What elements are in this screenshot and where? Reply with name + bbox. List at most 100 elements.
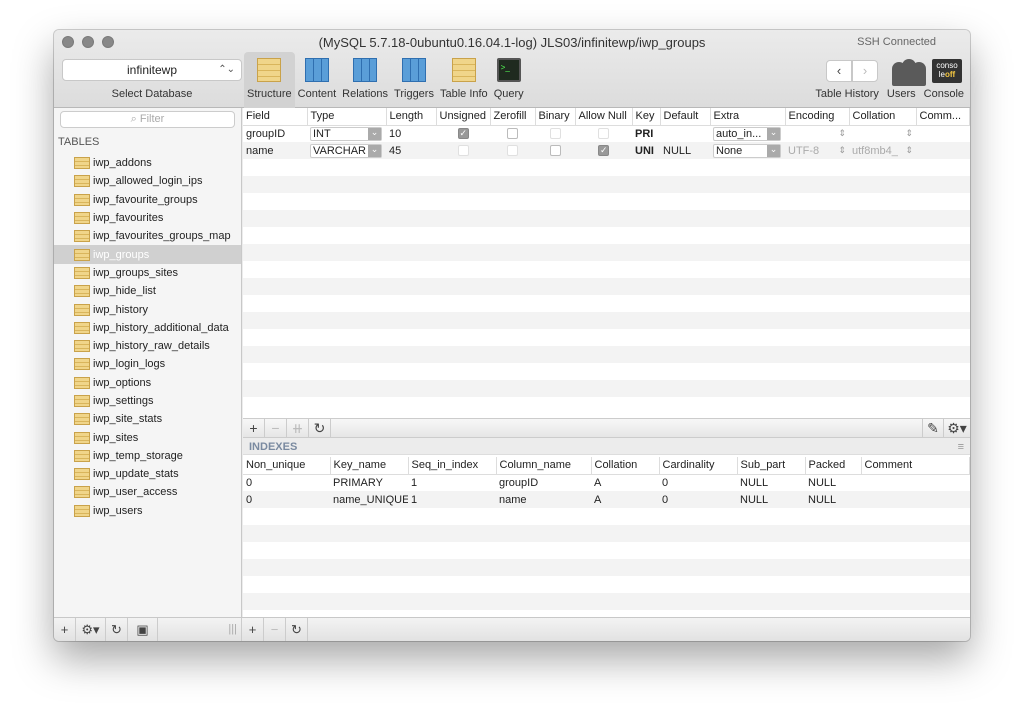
tab-triggers[interactable]: Triggers xyxy=(391,52,437,108)
splitter-handle[interactable]: ||| xyxy=(158,618,242,641)
allow-null-cell[interactable] xyxy=(575,142,632,159)
sidebar-table-item[interactable]: iwp_allowed_login_ips xyxy=(54,172,241,190)
column-header[interactable]: Encoding xyxy=(785,108,850,126)
sidebar-table-item[interactable]: iwp_login_logs xyxy=(54,355,241,373)
length-cell[interactable]: 10 xyxy=(386,125,436,142)
edit-pencil-icon[interactable]: ✎ xyxy=(922,419,944,438)
add-table-button[interactable]: + xyxy=(54,618,76,641)
tab-table-info[interactable]: Table Info xyxy=(437,52,491,108)
toggle-panel-icon[interactable]: ▣ xyxy=(128,618,158,641)
binary-checkbox[interactable] xyxy=(549,145,561,157)
sidebar-table-item[interactable]: iwp_favourites xyxy=(54,209,241,227)
database-select[interactable]: infinitewp ⌃⌄ xyxy=(62,59,242,81)
sidebar-table-item[interactable]: iwp_hide_list xyxy=(54,282,241,300)
type-select[interactable]: INT xyxy=(310,126,382,141)
index-row[interactable]: 0 name_UNIQUE 1 name A 0 NULL NULL xyxy=(243,491,970,508)
history-back-button[interactable]: ‹ xyxy=(826,60,852,82)
extra-select[interactable]: None xyxy=(713,143,781,158)
column-header[interactable]: Key xyxy=(632,108,661,126)
sidebar-table-item[interactable]: iwp_users xyxy=(54,502,241,520)
default-cell[interactable] xyxy=(660,125,710,142)
sidebar-table-item[interactable]: iwp_history_raw_details xyxy=(54,337,241,355)
sidebar-table-item[interactable]: iwp_favourites_groups_map xyxy=(54,227,241,245)
zerofill-checkbox[interactable] xyxy=(507,145,518,157)
column-header[interactable]: Binary xyxy=(535,108,576,126)
extra-cell[interactable]: auto_in... xyxy=(710,125,785,142)
field-row[interactable]: groupID INT 10 PRI auto_in... ⇕ ⇕ xyxy=(243,125,970,142)
comment-cell[interactable] xyxy=(916,142,970,159)
column-header[interactable]: Allow Null xyxy=(575,108,633,126)
refresh-tables-button[interactable]: ↻ xyxy=(106,618,128,641)
gear-menu-icon[interactable]: ⚙▾ xyxy=(76,618,106,641)
sidebar-table-item[interactable]: iwp_history_additional_data xyxy=(54,319,241,337)
length-cell[interactable]: 45 xyxy=(386,142,436,159)
binary-cell[interactable] xyxy=(535,125,575,142)
zerofill-checkbox[interactable] xyxy=(507,128,518,140)
type-select[interactable]: VARCHAR xyxy=(310,143,382,158)
refresh-fields-button[interactable]: ↻ xyxy=(309,419,331,438)
sidebar-table-item[interactable]: iwp_addons xyxy=(54,154,241,172)
column-header[interactable]: Extra xyxy=(710,108,786,126)
index-row[interactable]: 0 PRIMARY 1 groupID A 0 NULL NULL xyxy=(243,474,970,491)
field-cell[interactable]: groupID xyxy=(243,125,307,142)
history-forward-button[interactable]: › xyxy=(852,60,878,82)
extra-cell[interactable]: None xyxy=(710,142,785,159)
zerofill-cell[interactable] xyxy=(490,125,535,142)
tab-relations[interactable]: Relations xyxy=(339,52,391,108)
sidebar-table-item[interactable]: iwp_settings xyxy=(54,392,241,410)
zerofill-cell[interactable] xyxy=(490,142,535,159)
collation-cell[interactable]: ⇕ xyxy=(849,125,916,142)
type-cell[interactable]: INT xyxy=(307,125,386,142)
sidebar-table-item[interactable]: iwp_update_stats xyxy=(54,465,241,483)
index-column-header[interactable]: Non_unique xyxy=(243,457,331,475)
sidebar-table-item[interactable]: iwp_options xyxy=(54,374,241,392)
allow-null-checkbox[interactable] xyxy=(598,128,609,140)
sidebar-table-item[interactable]: iwp_groups_sites xyxy=(54,264,241,282)
encoding-cell[interactable]: ⇕ xyxy=(785,125,849,142)
sidebar-table-item[interactable]: iwp_temp_storage xyxy=(54,447,241,465)
column-header[interactable]: Collation xyxy=(849,108,917,126)
binary-checkbox[interactable] xyxy=(549,128,561,140)
tab-query[interactable]: Query xyxy=(491,52,527,108)
column-header[interactable]: Default xyxy=(660,108,711,126)
duplicate-field-button[interactable]: ⧺ xyxy=(287,419,309,438)
add-index-button[interactable]: + xyxy=(242,618,264,641)
sidebar-table-item[interactable]: iwp_sites xyxy=(54,428,241,446)
gear-menu-button[interactable]: ⚙▾ xyxy=(944,419,970,438)
tab-structure[interactable]: Structure xyxy=(244,52,295,108)
unsigned-checkbox[interactable] xyxy=(457,145,469,157)
sidebar-table-item[interactable]: iwp_site_stats xyxy=(54,410,241,428)
column-header[interactable]: Comm... xyxy=(916,108,970,126)
unsigned-cell[interactable] xyxy=(436,125,490,142)
comment-cell[interactable] xyxy=(916,125,970,142)
remove-field-button[interactable]: − xyxy=(265,419,287,438)
sidebar-table-item[interactable]: iwp_user_access xyxy=(54,483,241,501)
field-row[interactable]: name VARCHAR 45 UNI NULL None UTF-8 ⇕ utf8mb4_ ⇕ xyxy=(243,142,970,159)
column-header[interactable]: Unsigned xyxy=(436,108,491,126)
unsigned-cell[interactable] xyxy=(436,142,490,159)
extra-select[interactable]: auto_in... xyxy=(713,126,781,141)
remove-index-button[interactable]: − xyxy=(264,618,286,641)
index-column-header[interactable]: Sub_part xyxy=(737,457,806,475)
allow-null-cell[interactable] xyxy=(575,125,632,142)
type-cell[interactable]: VARCHAR xyxy=(307,142,386,159)
add-field-button[interactable]: + xyxy=(243,419,265,438)
refresh-indexes-button[interactable]: ↻ xyxy=(286,618,308,641)
unsigned-checkbox[interactable] xyxy=(457,128,469,140)
default-cell[interactable]: NULL xyxy=(660,142,710,159)
tab-content[interactable]: Content xyxy=(295,52,340,108)
collation-cell[interactable]: utf8mb4_ ⇕ xyxy=(849,142,916,159)
menu-lines-icon[interactable]: ≡ xyxy=(958,441,964,453)
console-icon[interactable]: conso leoff xyxy=(932,59,962,83)
column-header[interactable]: Type xyxy=(307,108,387,126)
index-column-header[interactable]: Column_name xyxy=(496,457,592,475)
index-column-header[interactable]: Seq_in_index xyxy=(408,457,497,475)
index-column-header[interactable]: Collation xyxy=(591,457,660,475)
column-header[interactable]: Length xyxy=(386,108,437,126)
allow-null-checkbox[interactable] xyxy=(598,145,609,157)
field-cell[interactable]: name xyxy=(243,142,307,159)
index-column-header[interactable]: Comment xyxy=(861,457,970,475)
encoding-cell[interactable]: UTF-8 ⇕ xyxy=(785,142,849,159)
column-header[interactable]: Zerofill xyxy=(490,108,536,126)
sidebar-table-item[interactable]: iwp_groups xyxy=(54,245,241,264)
